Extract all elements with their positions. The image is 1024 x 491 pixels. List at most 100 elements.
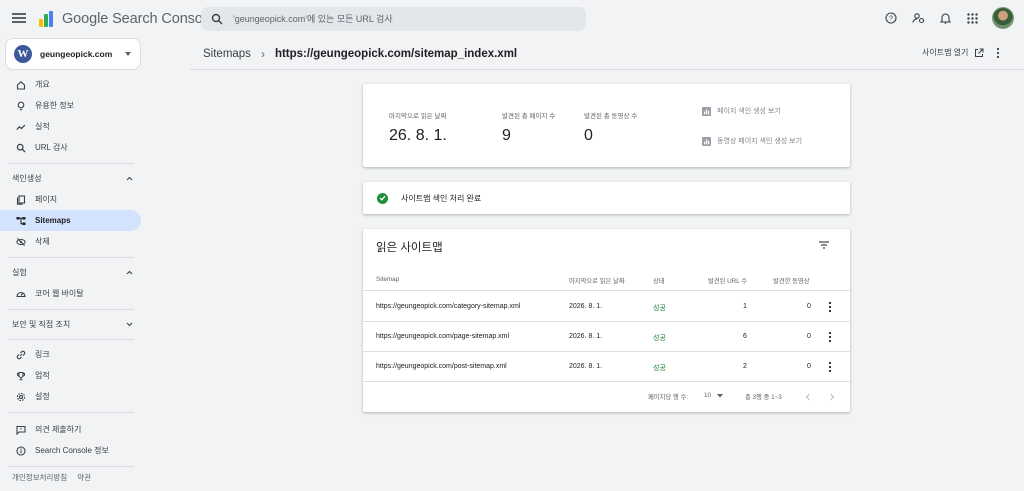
column-header-status[interactable]: 상태 <box>653 276 665 285</box>
cell-status: 성공 <box>653 365 666 372</box>
cell-videos: 0 <box>807 363 811 370</box>
sidebar-item-label: 페이지 <box>35 195 58 204</box>
top-actions: ? <box>884 7 1014 29</box>
svg-text:?: ? <box>889 15 893 22</box>
apps-grid-icon[interactable] <box>965 11 979 25</box>
help-icon[interactable]: ? <box>884 11 898 25</box>
section-title: 실험 <box>12 268 27 277</box>
cell-status: 성공 <box>653 335 666 342</box>
column-header-sitemap[interactable]: Sitemap <box>376 276 399 283</box>
sitemap-summary-card: 마지막으로 읽은 날짜 26. 8. 1. 발견된 총 페이지 수 9 발견된 … <box>363 84 850 167</box>
stat-value: 26. 8. 1. <box>389 127 447 144</box>
chevron-left-icon[interactable] <box>805 393 811 401</box>
open-sitemap-label: 사이트맵 열기 <box>922 48 969 57</box>
feedback-icon <box>16 425 26 435</box>
notifications-icon[interactable] <box>938 11 952 25</box>
sidebar-item-removals[interactable]: 삭제 <box>0 231 141 252</box>
filter-icon[interactable] <box>818 239 830 251</box>
check-circle-icon <box>377 192 388 204</box>
wordpress-icon: W <box>14 45 32 63</box>
sidebar-item-performance[interactable]: 실적 <box>0 116 141 137</box>
section-title: 색인생성 <box>12 174 42 183</box>
sidebar-item-settings[interactable]: 설정 <box>0 386 141 407</box>
page-indexing-report-link[interactable]: 페이지 색인 생성 보기 <box>702 106 781 116</box>
section-indexing[interactable]: 색인생성 <box>0 168 141 189</box>
privacy-link[interactable]: 개인정보처리방침 <box>12 472 67 483</box>
more-options-icon[interactable] <box>994 47 1002 59</box>
stat-label: 발견된 총 동영상 수 <box>584 113 638 120</box>
row-more-icon[interactable] <box>828 361 832 373</box>
report-link-label: 동영상 페이지 색인 생성 보기 <box>717 138 803 145</box>
avatar[interactable] <box>992 7 1014 29</box>
property-name: geungeopick.com <box>40 49 113 59</box>
search-icon <box>211 13 223 25</box>
sidebar-item-insights[interactable]: 유용한 정보 <box>0 95 141 116</box>
status-text: 사이트맵 색인 처리 완료 <box>401 193 482 203</box>
sidebar-item-label: 설정 <box>35 392 50 401</box>
breadcrumb: Sitemaps › https://geungeopick.com/sitem… <box>203 47 517 61</box>
sidebar-item-label: 코어 웹 바이탈 <box>35 289 84 298</box>
section-experience[interactable]: 실험 <box>0 262 141 283</box>
stat-value: 9 <box>502 127 511 144</box>
header-divider <box>190 69 1024 70</box>
row-more-icon[interactable] <box>828 331 832 343</box>
column-header-last-read[interactable]: 마지막으로 읽은 날짜 <box>569 276 625 285</box>
section-title: 보안 및 직접 조치 <box>12 320 71 329</box>
table-row[interactable]: https://geungeopick.com/page-sitemap.xml… <box>363 322 850 352</box>
trophy-icon <box>16 371 26 381</box>
cell-last-read: 2026. 8. 1. <box>569 333 603 340</box>
sidebar-item-sitemaps[interactable]: Sitemaps <box>0 210 141 231</box>
open-sitemap-button[interactable]: 사이트맵 열기 <box>922 47 984 58</box>
section-security[interactable]: 보안 및 직접 조치 <box>0 314 141 335</box>
top-bar: Google Search Console ? <box>0 0 1024 38</box>
sidebar-item-achievements[interactable]: 업적 <box>0 365 141 386</box>
breadcrumb-root[interactable]: Sitemaps <box>203 48 251 60</box>
home-icon <box>16 80 26 90</box>
row-more-icon[interactable] <box>828 301 832 313</box>
sidebar-item-url-inspection[interactable]: URL 검사 <box>0 137 141 158</box>
sidebar-item-links[interactable]: 링크 <box>0 344 141 365</box>
sidebar-item-feedback[interactable]: 의견 제출하기 <box>0 419 141 440</box>
cell-videos: 0 <box>807 333 811 340</box>
column-header-videos[interactable]: 발견한 동영상 <box>773 276 810 285</box>
stat-videos-found: 발견된 총 동영상 수 0 <box>584 110 637 145</box>
chevron-right-icon: › <box>260 47 265 61</box>
sidebar-item-core-web-vitals[interactable]: 코어 웹 바이탈 <box>0 283 141 304</box>
table-header: Sitemap 마지막으로 읽은 날짜 상태 발견된 URL 수 발견한 동영상 <box>363 269 850 291</box>
manage-users-icon[interactable] <box>911 11 925 25</box>
divider <box>8 163 134 164</box>
sidebar-item-label: Search Console 정보 <box>35 446 109 455</box>
property-selector[interactable]: W geungeopick.com <box>5 38 141 70</box>
main-menu-button[interactable] <box>12 11 26 25</box>
bar-chart-icon <box>702 106 711 116</box>
table-row[interactable]: https://geungeopick.com/post-sitemap.xml… <box>363 352 850 382</box>
divider <box>8 257 134 258</box>
bar-chart-icon <box>702 136 711 146</box>
cell-sitemap: https://geungeopick.com/post-sitemap.xml <box>376 363 507 370</box>
chevron-up-icon <box>126 176 133 181</box>
stat-value: 0 <box>584 127 593 144</box>
divider <box>8 309 134 310</box>
sidebar-item-pages[interactable]: 페이지 <box>0 189 141 210</box>
chevron-right-icon[interactable] <box>829 393 835 401</box>
column-header-urls[interactable]: 발견된 URL 수 <box>708 276 747 285</box>
read-sitemaps-table-card: 읽은 사이트맵 Sitemap 마지막으로 읽은 날짜 상태 발견된 URL 수… <box>363 229 850 412</box>
search-console-logo-icon <box>38 10 56 28</box>
video-indexing-report-link[interactable]: 동영상 페이지 색인 생성 보기 <box>702 136 802 146</box>
sidebar-item-about[interactable]: Search Console 정보 <box>0 440 141 461</box>
url-inspection-search[interactable] <box>201 7 586 31</box>
terms-link[interactable]: 약관 <box>77 472 91 483</box>
table-title: 읽은 사이트맵 <box>376 242 443 254</box>
caret-down-icon <box>717 393 724 397</box>
sidebar-item-label: 링크 <box>35 350 50 359</box>
chevron-down-icon <box>125 52 131 56</box>
lightbulb-icon <box>16 101 26 111</box>
app-logo[interactable]: Google Search Console <box>38 10 214 28</box>
settings-icon <box>16 392 26 402</box>
rows-per-page-select[interactable]: 10 <box>704 392 724 399</box>
table-row[interactable]: https://geungeopick.com/category-sitemap… <box>363 292 850 322</box>
removal-icon <box>16 237 26 247</box>
search-input[interactable] <box>233 14 563 24</box>
sidebar-item-overview[interactable]: 개요 <box>0 74 141 95</box>
pages-icon <box>16 194 26 205</box>
